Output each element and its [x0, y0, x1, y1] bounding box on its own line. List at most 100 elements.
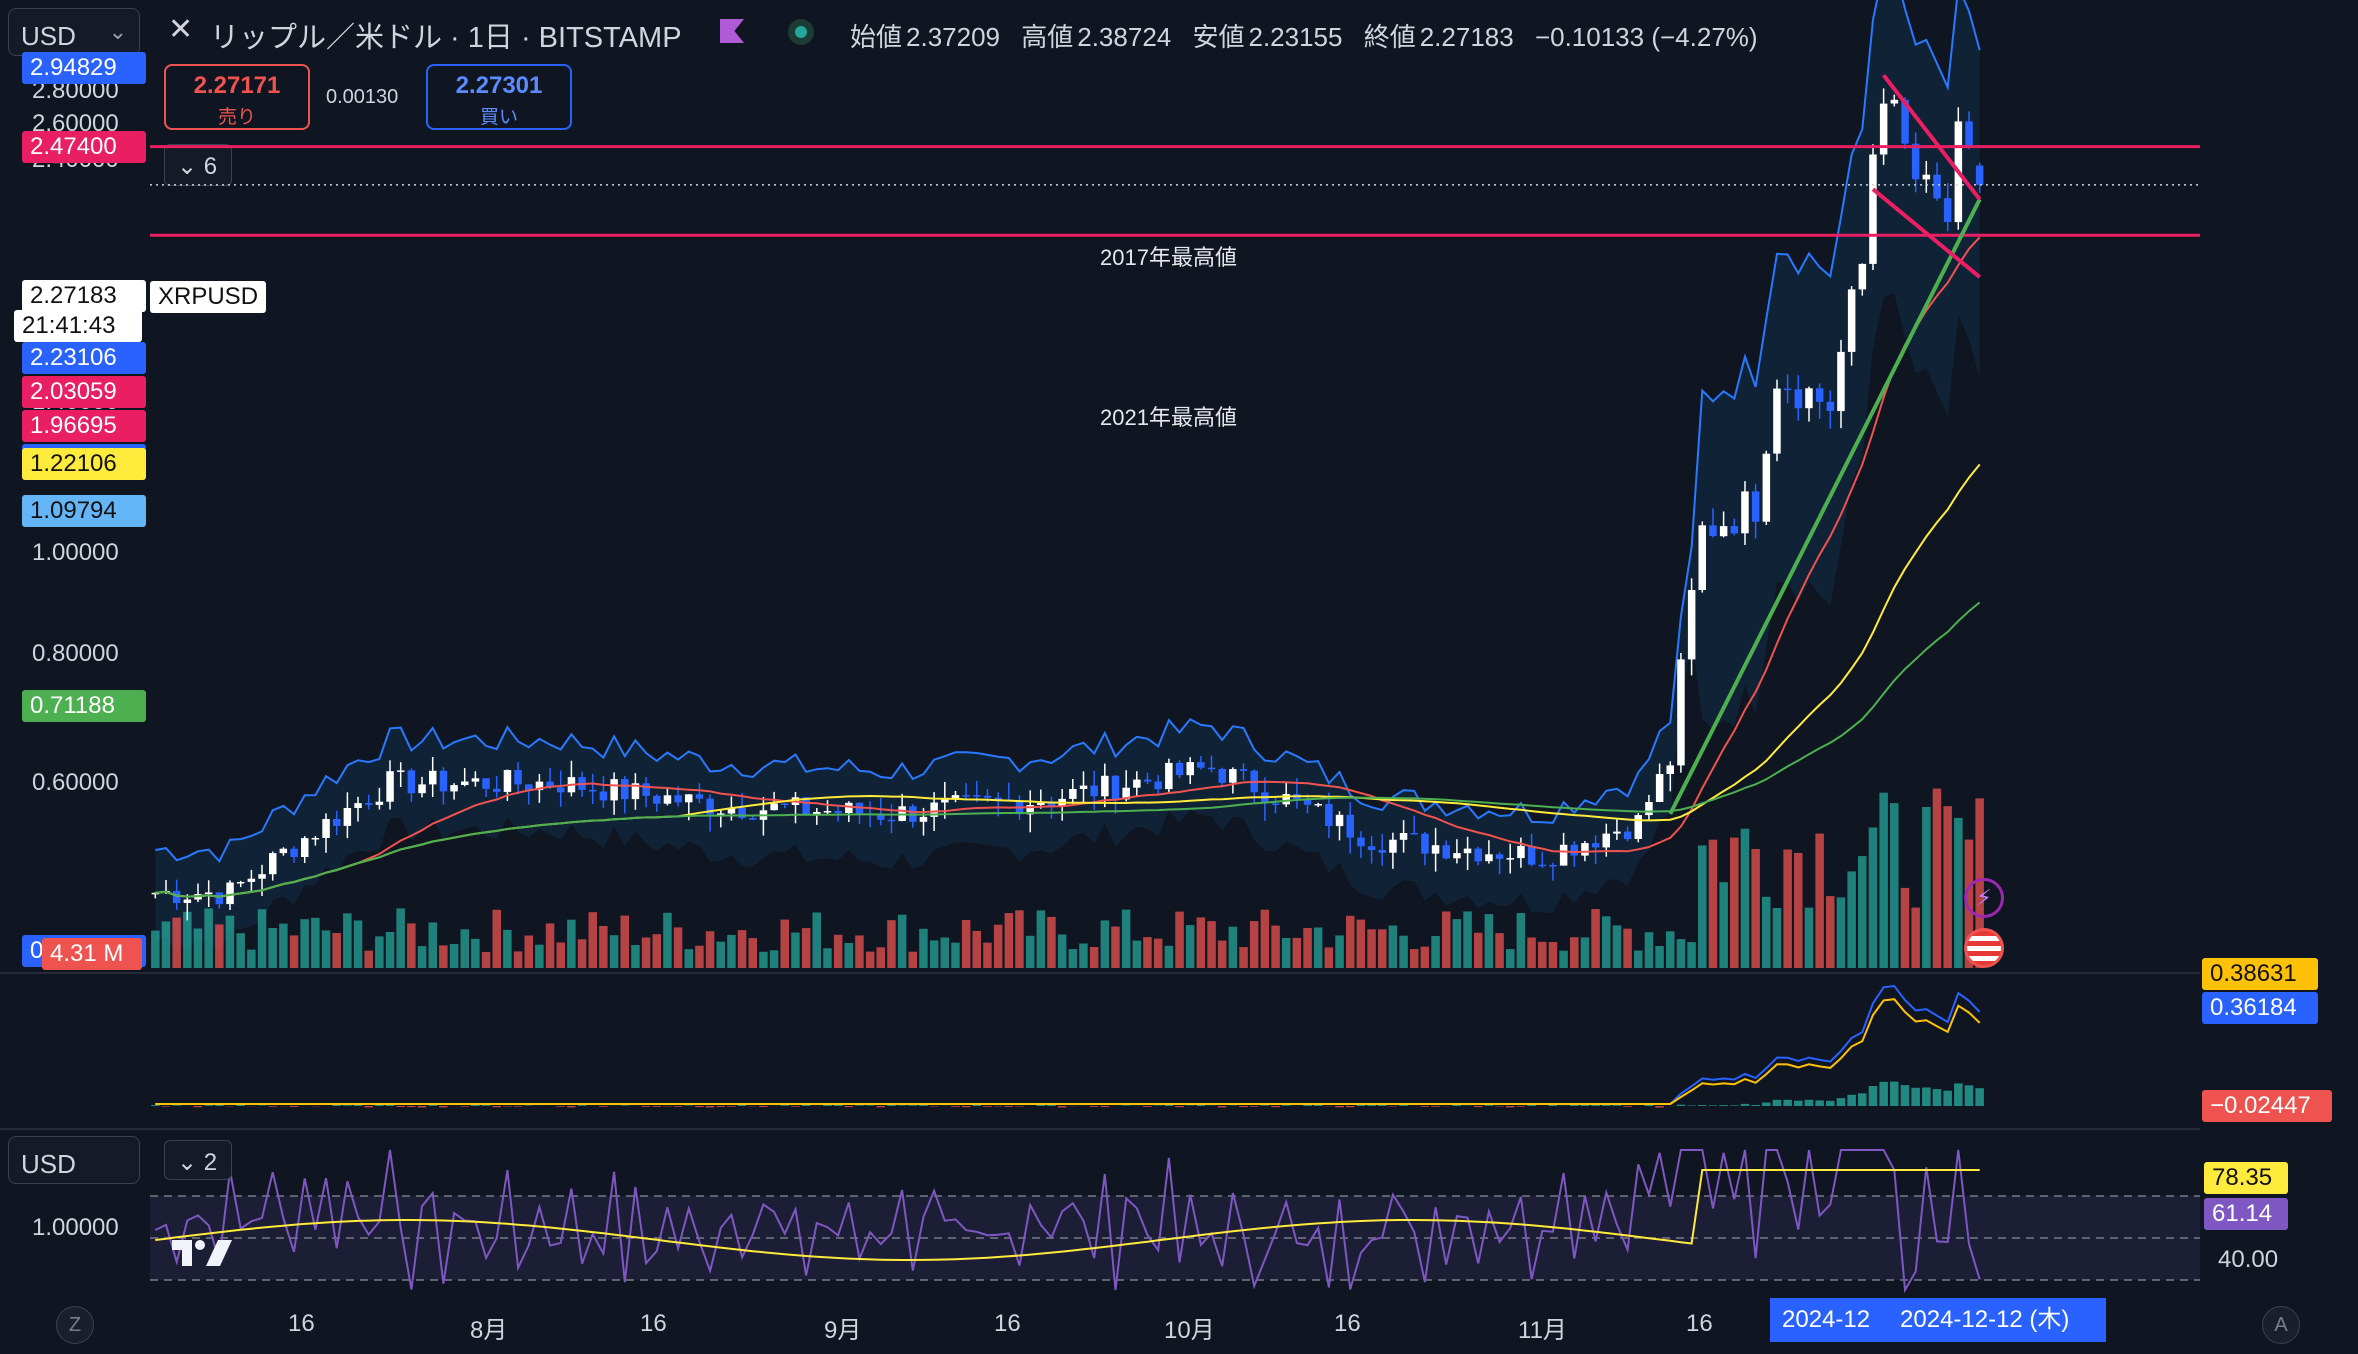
volume-bar [257, 909, 267, 968]
time-axis-label: 16 [288, 1310, 315, 1337]
candle-body [557, 787, 565, 793]
volume-bar [812, 912, 821, 968]
lightning-icon[interactable]: ⚡ [1964, 878, 2004, 918]
candle-body [450, 785, 458, 792]
candle-body [1794, 389, 1803, 409]
volume-bar [1687, 942, 1696, 968]
volume-bar [1217, 940, 1227, 968]
volume-bar [1794, 853, 1803, 968]
volume-bar [1303, 928, 1312, 968]
macd-histogram-bar [599, 1106, 608, 1107]
candle-body [1037, 803, 1045, 805]
volume-bar [1260, 909, 1270, 968]
macd-histogram-bar [204, 1105, 213, 1106]
price-tag: 2.03059 [22, 376, 146, 408]
volume-bar [684, 949, 693, 968]
volume-bar [1399, 935, 1408, 968]
volume-bar [1228, 926, 1238, 968]
candle-body [1378, 850, 1386, 853]
volume-bar [1900, 887, 1910, 968]
macd-histogram-bar [417, 1106, 427, 1108]
macd-histogram-bar [1346, 1106, 1355, 1108]
ath-2017-label: 2017年最高値 [1100, 245, 1237, 270]
macd-histogram-bar [1879, 1081, 1888, 1106]
candle-body [1079, 785, 1088, 789]
rsi-indicators-toggle[interactable]: ⌄ 2 [164, 1140, 232, 1180]
rsi-currency-select[interactable]: USD [8, 1136, 140, 1184]
volume-bar [1506, 949, 1515, 968]
volume-bar [951, 942, 960, 968]
candle-body [354, 803, 362, 808]
macd-histogram-bar [1484, 1105, 1494, 1106]
candle-body [1847, 289, 1856, 352]
auto-scale-icon[interactable]: A [2262, 1306, 2300, 1344]
candle-body [1741, 491, 1749, 534]
candle-body [663, 795, 672, 804]
volume-bar [1036, 910, 1046, 968]
macd-histogram-bar [375, 1105, 384, 1106]
macd-histogram-bar [289, 1106, 299, 1107]
macd-histogram-bar [1943, 1090, 1952, 1106]
candle-body [1421, 833, 1429, 854]
volume-bar [1196, 917, 1206, 968]
volume-bar [1655, 946, 1664, 968]
macd-histogram-bar [1676, 1104, 1686, 1106]
macd-histogram-bar [236, 1105, 245, 1106]
macd-histogram-bar [961, 1106, 971, 1108]
macd-histogram-bar [343, 1105, 352, 1106]
candle-body [172, 890, 181, 903]
price-tag: 2.23106 [22, 342, 146, 374]
volume-bar [460, 929, 469, 968]
zoom-icon[interactable]: Z [56, 1306, 94, 1344]
candle-body [1527, 845, 1536, 865]
volume-bar [833, 934, 843, 968]
macd-histogram-bar [396, 1106, 405, 1107]
macd-histogram-bar [492, 1106, 501, 1108]
volume-bar [737, 930, 747, 968]
volume-bar [1730, 837, 1739, 968]
volume-bar [1025, 935, 1035, 968]
volume-bar [1815, 833, 1824, 968]
macd-histogram-bar [1890, 1081, 1899, 1106]
volume-bar [1922, 807, 1931, 968]
macd-histogram-bar [1815, 1100, 1824, 1106]
candle-body [461, 781, 469, 785]
macd-histogram-bar [1719, 1105, 1728, 1106]
rsi-tag: 61.14 [2204, 1198, 2288, 1230]
macd-histogram-bar [1804, 1099, 1814, 1106]
macd-histogram-bar [844, 1106, 853, 1108]
macd-histogram-bar [1089, 1106, 1099, 1107]
candle-body [674, 795, 682, 803]
volume-bar [364, 950, 373, 968]
macd-histogram-bar [1249, 1106, 1259, 1107]
candle-body [1815, 388, 1824, 402]
macd-histogram-bar [855, 1105, 864, 1106]
volume-bar [492, 909, 501, 968]
macd-histogram-bar [1740, 1103, 1750, 1106]
candle-body [1463, 848, 1472, 854]
macd-histogram-bar [1271, 1106, 1280, 1108]
volume-bar [385, 932, 395, 968]
candle-body [1335, 814, 1344, 827]
candle-body [1623, 831, 1632, 840]
volume-bar [407, 923, 416, 968]
volume-bar [1111, 926, 1120, 968]
macd-histogram-bar [1836, 1098, 1846, 1106]
price-chart[interactable] [0, 0, 2358, 1354]
volume-bar [1911, 907, 1920, 968]
candle-body [258, 874, 266, 879]
volume-bar [1356, 919, 1366, 968]
candle-body [183, 899, 192, 903]
volume-bar [1143, 937, 1152, 968]
macd-histogram-bar [1698, 1105, 1707, 1106]
candle-body [1634, 815, 1642, 839]
rsi-panel [150, 1149, 2200, 1294]
us-flag-icon[interactable] [1964, 928, 2004, 968]
price-tag: 2.94829 [22, 52, 146, 84]
candle-body [1773, 388, 1781, 454]
time-axis-label: 10月 [1164, 1317, 1215, 1344]
candle-body [1154, 781, 1162, 790]
macd-tag: 0.38631 [2202, 958, 2318, 990]
volume-bar [1666, 931, 1675, 968]
volume-bar [1015, 910, 1024, 968]
